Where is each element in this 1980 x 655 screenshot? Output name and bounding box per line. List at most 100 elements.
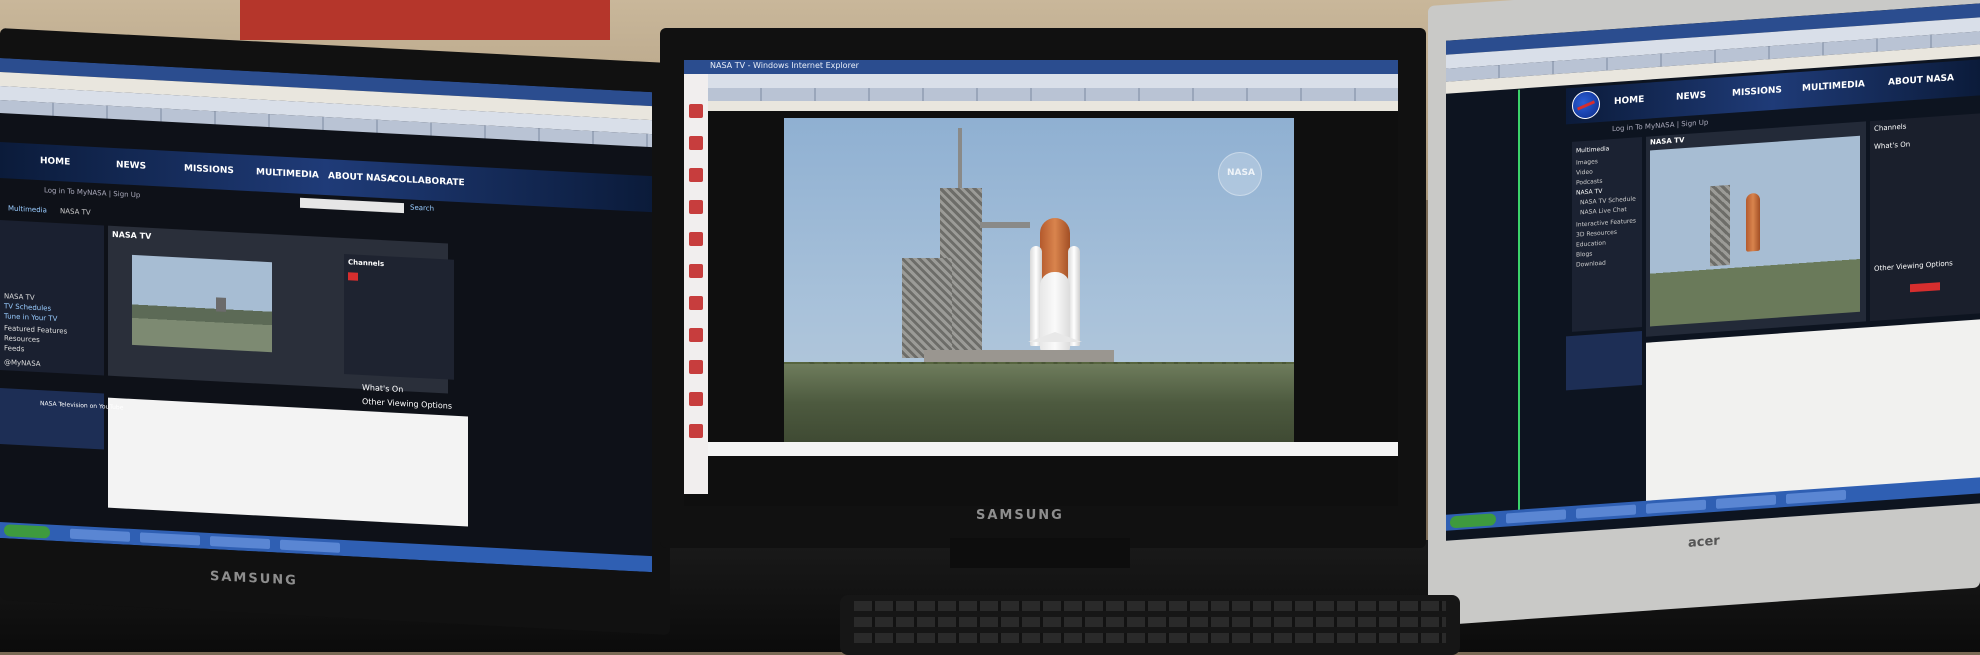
- start-button[interactable]: [4, 524, 50, 539]
- right-monitor: HOME NEWS MISSIONS MULTIMEDIA ABOUT NASA…: [1428, 0, 1980, 627]
- toolbar-icon[interactable]: [689, 104, 703, 118]
- toolbar-icon[interactable]: [689, 392, 703, 406]
- whats-on-label[interactable]: What's On: [362, 383, 403, 394]
- live-indicator: [1910, 282, 1940, 293]
- sidebar-item-nasa-tv[interactable]: NASA TV: [4, 292, 35, 302]
- address-bar[interactable]: [708, 74, 1398, 88]
- left-toolbar: [684, 74, 708, 494]
- sidebar-item-download[interactable]: Download: [1576, 260, 1606, 269]
- channels-title: Channels: [348, 258, 385, 269]
- login-link[interactable]: Log in To MyNASA | Sign Up: [44, 186, 140, 199]
- red-wall-object: [240, 0, 610, 40]
- page-edge-line: [1518, 89, 1520, 520]
- breadcrumb-current: NASA TV: [60, 207, 91, 217]
- white-content-area: [108, 397, 468, 527]
- other-options-label[interactable]: Other Viewing Options: [362, 397, 452, 411]
- toolbar-icon[interactable]: [689, 424, 703, 438]
- sidebar-item-education[interactable]: Education: [1576, 240, 1606, 249]
- favorites-bar[interactable]: [708, 101, 1398, 111]
- taskbar-window[interactable]: [140, 532, 200, 546]
- sidebar-item-blogs[interactable]: Blogs: [1576, 251, 1592, 259]
- login-link[interactable]: Log in To MyNASA | Sign Up: [1612, 118, 1708, 133]
- start-button[interactable]: [1450, 513, 1496, 529]
- nav-news[interactable]: NEWS: [1676, 91, 1706, 103]
- nav-about[interactable]: ABOUT NASA: [328, 171, 394, 184]
- sidebar-item-schedules[interactable]: TV Schedules: [4, 302, 51, 312]
- nav-missions[interactable]: MISSIONS: [184, 164, 234, 177]
- sidebar-item-feeds[interactable]: Feeds: [4, 344, 24, 353]
- youtube-promo[interactable]: NASA Television on YouTube: [0, 388, 123, 450]
- nav-home[interactable]: HOME: [40, 156, 70, 168]
- sidebar-item-tune-in[interactable]: Tune in Your TV: [4, 312, 57, 323]
- toolbar-icon[interactable]: [689, 296, 703, 310]
- sidebar-item-podcasts[interactable]: Podcasts: [1576, 178, 1602, 187]
- access-arm: [980, 222, 1030, 228]
- nav-news[interactable]: NEWS: [116, 160, 146, 172]
- taskbar-window[interactable]: [1716, 494, 1776, 509]
- promo-box[interactable]: [1566, 331, 1642, 391]
- toolbar-icon[interactable]: [689, 264, 703, 278]
- breadcrumb[interactable]: Multimedia: [8, 204, 47, 214]
- sidebar-item-interactive[interactable]: Interactive Features: [1576, 217, 1636, 228]
- toolbar-icon[interactable]: [689, 328, 703, 342]
- sidebar-item-nasa-tv[interactable]: NASA TV: [1576, 188, 1602, 197]
- taskbar-window[interactable]: [210, 536, 270, 550]
- monitor-stand: [950, 538, 1130, 568]
- nav-multimedia[interactable]: MULTIMEDIA: [256, 167, 319, 180]
- nav-home[interactable]: HOME: [1614, 95, 1644, 107]
- sidebar-item-video[interactable]: Video: [1576, 168, 1593, 176]
- left-monitor-screen: HOME NEWS MISSIONS MULTIMEDIA ABOUT NASA…: [0, 58, 652, 573]
- windows-taskbar: [0, 522, 652, 573]
- toolbar-icon[interactable]: [689, 200, 703, 214]
- left-monitor-brand: SAMSUNG: [210, 569, 298, 589]
- toolbar-icon[interactable]: [689, 360, 703, 374]
- taskbar-window[interactable]: [1646, 499, 1706, 514]
- thumb-tank: [1746, 192, 1760, 252]
- left-sidebar: NASA TV TV Schedules Tune in Your TV Fea…: [0, 220, 104, 376]
- browser-tabs[interactable]: [708, 88, 1398, 101]
- launch-video[interactable]: NASA: [784, 118, 1294, 442]
- left-sidebar: Multimedia Images Video Podcasts NASA TV…: [1572, 137, 1642, 332]
- thumb-tower: [1710, 184, 1730, 267]
- video-thumbnail[interactable]: [132, 254, 272, 353]
- whats-on-label[interactable]: What's On: [1874, 140, 1910, 151]
- nasa-logo-icon[interactable]: [1572, 89, 1600, 120]
- taskbar-window[interactable]: [1576, 504, 1636, 519]
- taskbar-window[interactable]: [70, 528, 130, 542]
- toolbar-icon[interactable]: [689, 232, 703, 246]
- sidebar-item-multimedia[interactable]: Multimedia: [1576, 145, 1609, 154]
- other-options-label[interactable]: Other Viewing Options: [1874, 259, 1953, 273]
- sidebar-item-images[interactable]: Images: [1576, 158, 1598, 167]
- section-title: NASA TV: [112, 229, 152, 241]
- taskbar-window[interactable]: [1506, 509, 1566, 524]
- ground-vegetation: [784, 364, 1294, 442]
- nav-missions[interactable]: MISSIONS: [1732, 85, 1782, 98]
- browser-title-bar: NASA TV - Windows Internet Explorer: [684, 60, 1398, 74]
- nav-about[interactable]: ABOUT NASA: [1888, 73, 1954, 88]
- toolbar-icon[interactable]: [689, 136, 703, 150]
- video-thumbnail[interactable]: [1650, 135, 1860, 327]
- nav-collaborate[interactable]: COLLABORATE: [392, 175, 465, 189]
- sidebar-item-mynasa[interactable]: @MyNASA: [4, 358, 41, 368]
- taskbar-window[interactable]: [1786, 489, 1846, 504]
- center-monitor-brand: SAMSUNG: [976, 508, 1064, 523]
- video-status-bar: [708, 442, 1398, 456]
- right-monitor-brand: acer: [1688, 533, 1720, 551]
- toolbar-icon[interactable]: [689, 168, 703, 182]
- sidebar-item-live-chat[interactable]: NASA Live Chat: [1580, 206, 1627, 216]
- window-title: NASA TV - Windows Internet Explorer: [710, 61, 859, 70]
- nav-multimedia[interactable]: MULTIMEDIA: [1802, 79, 1865, 93]
- sidebar-item-schedule[interactable]: NASA TV Schedule: [1580, 195, 1636, 206]
- taskbar-window[interactable]: [280, 539, 340, 553]
- sidebar-item-3d[interactable]: 3D Resources: [1576, 229, 1617, 239]
- channels-panel: Channels: [344, 254, 454, 380]
- search-button[interactable]: Search: [410, 203, 434, 212]
- live-indicator: [348, 272, 358, 281]
- center-monitor-screen: NASA TV - Windows Internet Explorer NASA: [684, 60, 1398, 506]
- channels-panel: Channels What's On Other Viewing Options: [1870, 113, 1980, 322]
- keyboard: [840, 595, 1460, 655]
- sidebar-item-resources[interactable]: Resources: [4, 334, 40, 344]
- search-input[interactable]: [300, 197, 404, 214]
- lightning-mast: [958, 128, 962, 188]
- center-monitor: NASA TV - Windows Internet Explorer NASA: [660, 28, 1426, 568]
